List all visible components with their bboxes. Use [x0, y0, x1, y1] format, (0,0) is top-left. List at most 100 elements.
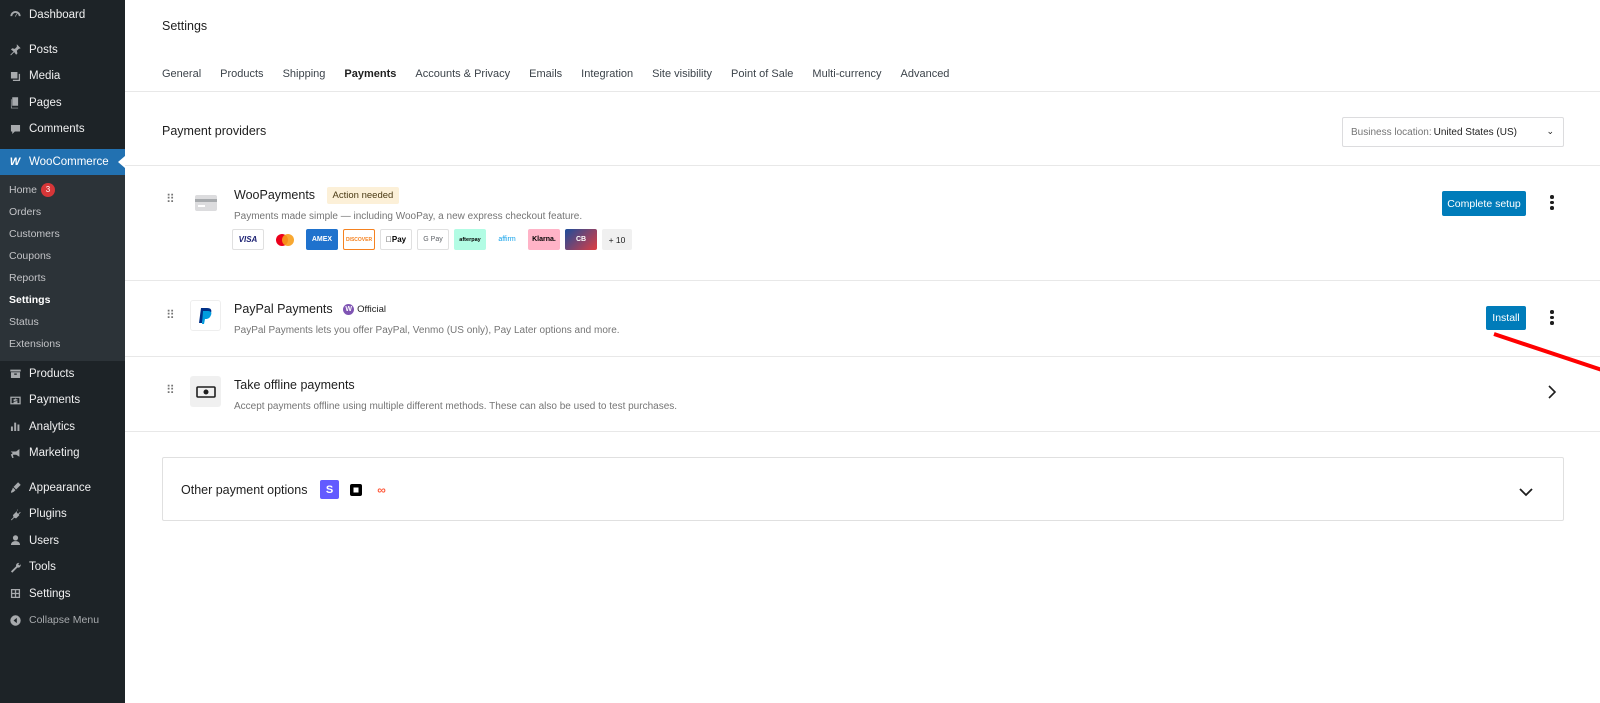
- tab-site-visibility[interactable]: Site visibility: [652, 62, 712, 92]
- submenu-reports[interactable]: Reports: [0, 267, 125, 289]
- chart-icon: [8, 420, 22, 434]
- submenu-home[interactable]: Home 3: [0, 179, 125, 201]
- tab-emails[interactable]: Emails: [529, 62, 562, 92]
- action-needed-badge: Action needed: [326, 187, 400, 204]
- woo-official-icon: W: [343, 304, 355, 316]
- mastercard-logo: [269, 229, 301, 250]
- menu-pages[interactable]: Pages: [0, 90, 125, 117]
- stripe-logo: S: [320, 480, 339, 499]
- menu-plugins[interactable]: Plugins: [0, 501, 125, 528]
- square-logo: [346, 480, 365, 499]
- menu-products[interactable]: Products: [0, 361, 125, 388]
- payment-providers-title: Payment providers: [162, 124, 267, 138]
- brush-icon: [8, 481, 22, 495]
- more-options-icon[interactable]: [1549, 310, 1555, 325]
- menu-analytics[interactable]: Analytics: [0, 414, 125, 441]
- menu-media[interactable]: Media: [0, 63, 125, 90]
- tab-shipping[interactable]: Shipping: [283, 62, 326, 92]
- plug-icon: [8, 507, 22, 521]
- settings-tabs: General Products Shipping Payments Accou…: [162, 62, 949, 92]
- other-payment-options-title: Other payment options: [181, 483, 308, 497]
- dollar-icon: [8, 393, 22, 407]
- submenu-customers[interactable]: Customers: [0, 223, 125, 245]
- tabs-divider: [125, 91, 1600, 92]
- woocommerce-icon: W: [9, 155, 21, 168]
- payment-method-logos: VISA AMEX DISCOVER Pay G Pay afterpay a…: [232, 229, 632, 250]
- provider-row-paypal: ⠿ PayPal Payments W Official PayPal Payme…: [125, 280, 1600, 356]
- more-methods-badge[interactable]: + 10: [602, 229, 632, 250]
- tab-products[interactable]: Products: [220, 62, 263, 92]
- visa-logo: VISA: [232, 229, 264, 250]
- provider-description: Accept payments offline using multiple d…: [234, 401, 678, 412]
- klarna-logo: Klarna.: [528, 229, 560, 250]
- provider-name: WooPayments: [234, 187, 316, 202]
- submenu-orders[interactable]: Orders: [0, 201, 125, 223]
- install-button[interactable]: Install: [1486, 306, 1526, 330]
- menu-settings[interactable]: Settings: [0, 581, 125, 608]
- submenu-settings[interactable]: Settings: [0, 289, 125, 311]
- discover-logo: DISCOVER: [343, 229, 375, 250]
- afterpay-logo: afterpay: [454, 229, 486, 250]
- drag-handle-icon[interactable]: ⠿: [166, 309, 175, 321]
- megaphone-icon: [8, 446, 22, 460]
- card-icon: [190, 187, 221, 218]
- collapse-icon: [8, 613, 22, 627]
- user-icon: [8, 534, 22, 548]
- business-location-select[interactable]: Business location: United States (US) ⌄: [1342, 117, 1564, 147]
- menu-appearance[interactable]: Appearance: [0, 475, 125, 502]
- comment-icon: [8, 122, 22, 136]
- more-options-icon[interactable]: [1549, 195, 1555, 210]
- tab-multi-currency[interactable]: Multi-currency: [812, 62, 881, 92]
- menu-woocommerce[interactable]: W WooCommerce: [0, 148, 125, 175]
- other-payment-options-panel[interactable]: Other payment options S ∞: [162, 457, 1564, 521]
- dashboard-icon: [8, 8, 22, 22]
- menu-marketing[interactable]: Marketing: [0, 440, 125, 467]
- complete-setup-button[interactable]: Complete setup: [1442, 191, 1526, 216]
- home-count-badge: 3: [41, 182, 56, 197]
- wrench-icon: [8, 560, 22, 574]
- chevron-down-icon[interactable]: [1519, 485, 1533, 500]
- paystack-logo: ∞: [372, 480, 391, 499]
- provider-description: Payments made simple — including WooPay,…: [234, 211, 583, 222]
- provider-name: Take offline payments: [234, 378, 355, 392]
- business-location-value: United States (US): [1433, 126, 1517, 138]
- provider-name: PayPal Payments: [234, 302, 333, 316]
- tab-integration[interactable]: Integration: [581, 62, 633, 92]
- affirm-logo: affirm: [491, 229, 523, 250]
- woocommerce-submenu: Home 3 Orders Customers Coupons Reports …: [0, 174, 125, 361]
- menu-comments[interactable]: Comments: [0, 116, 125, 143]
- tab-payments[interactable]: Payments: [344, 62, 396, 92]
- annotation-arrow-icon: [1493, 332, 1600, 372]
- provider-row-offline[interactable]: ⠿ Take offline payments Accept payments …: [125, 356, 1600, 432]
- other-provider-logos: S ∞: [320, 480, 391, 499]
- tab-accounts-privacy[interactable]: Accounts & Privacy: [415, 62, 510, 92]
- submenu-extensions[interactable]: Extensions: [0, 333, 125, 355]
- pages-icon: [8, 96, 22, 110]
- collapse-menu-button[interactable]: Collapse Menu: [0, 607, 125, 634]
- tab-general[interactable]: General: [162, 62, 201, 92]
- menu-payments[interactable]: Payments: [0, 387, 125, 414]
- drag-handle-icon[interactable]: ⠿: [166, 384, 175, 396]
- cash-icon: [190, 376, 221, 407]
- drag-handle-icon[interactable]: ⠿: [166, 193, 175, 205]
- official-badge: W Official: [343, 304, 386, 316]
- tab-point-of-sale[interactable]: Point of Sale: [731, 62, 793, 92]
- submenu-coupons[interactable]: Coupons: [0, 245, 125, 267]
- amex-logo: AMEX: [306, 229, 338, 250]
- submenu-status[interactable]: Status: [0, 311, 125, 333]
- menu-users[interactable]: Users: [0, 528, 125, 555]
- menu-tools[interactable]: Tools: [0, 554, 125, 581]
- admin-sidebar: Dashboard Posts Media Pages Comments W W…: [0, 0, 125, 703]
- provider-row-woopayments: ⠿ WooPayments Action needed Payments mad…: [125, 165, 1600, 280]
- menu-dashboard[interactable]: Dashboard: [0, 2, 125, 29]
- page-title: Settings: [162, 19, 208, 33]
- archive-icon: [8, 367, 22, 381]
- provider-description: PayPal Payments lets you offer PayPal, V…: [234, 325, 620, 336]
- google-pay-logo: G Pay: [417, 229, 449, 250]
- business-location-label: Business location:: [1351, 126, 1432, 138]
- tab-advanced[interactable]: Advanced: [901, 62, 950, 92]
- chevron-down-icon: ⌄: [1546, 126, 1554, 136]
- pin-icon: [8, 43, 22, 57]
- menu-posts[interactable]: Posts: [0, 37, 125, 64]
- media-icon: [8, 69, 22, 83]
